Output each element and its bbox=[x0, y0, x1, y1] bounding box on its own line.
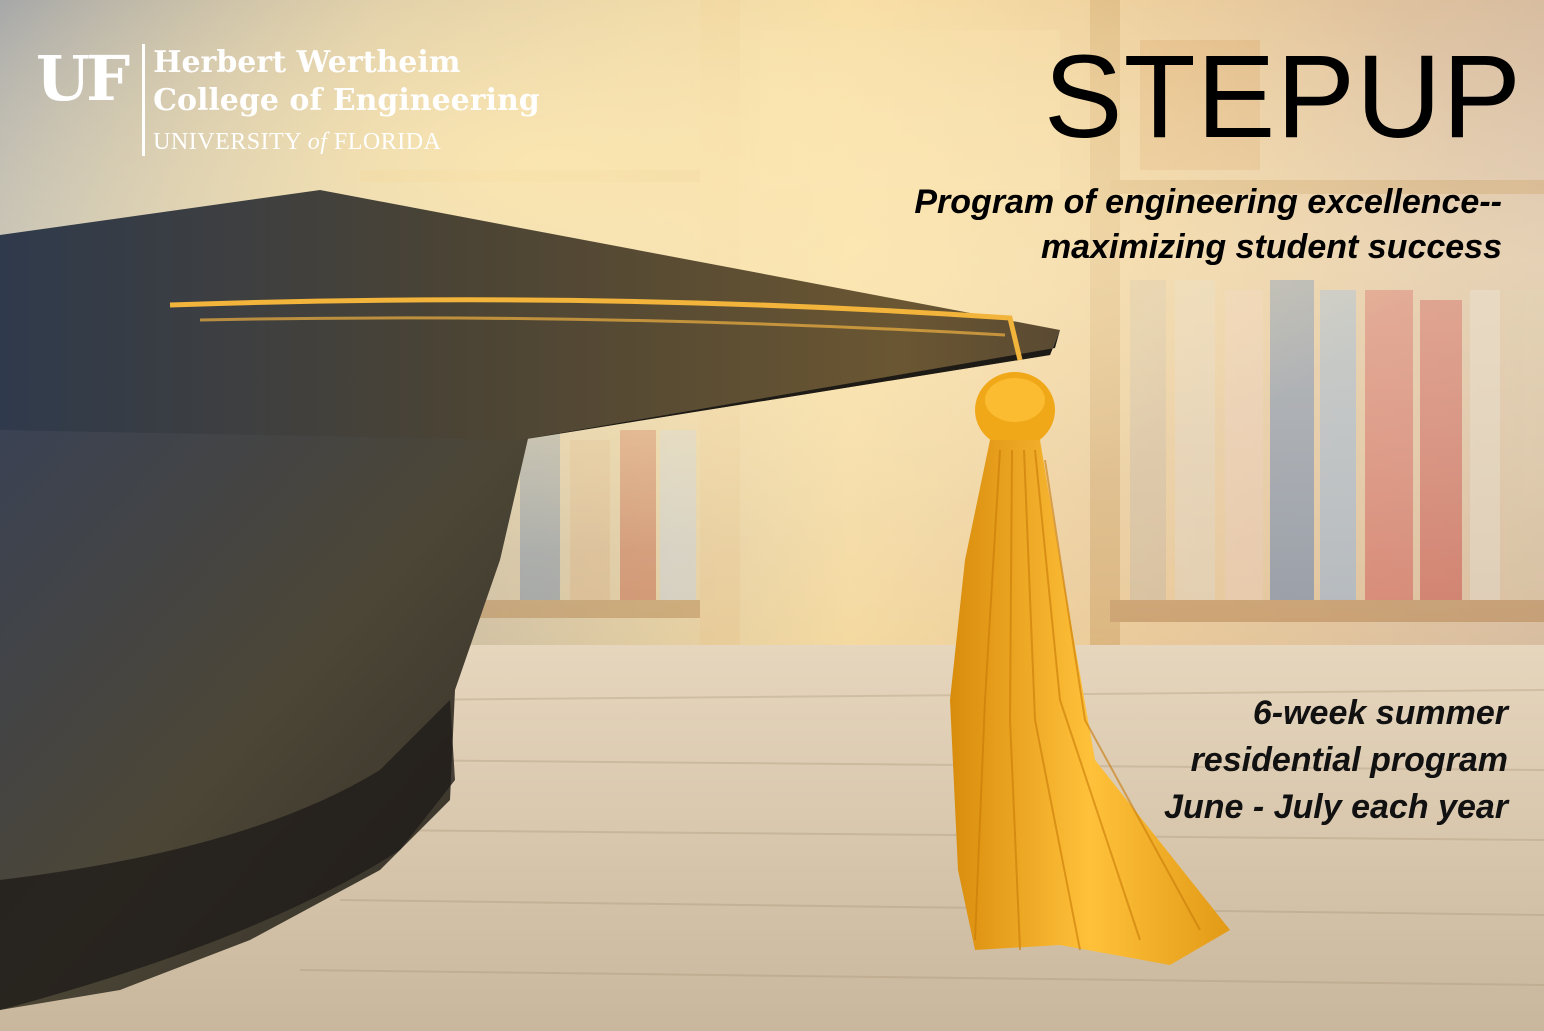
university-name: UNIVERSITY of FLORIDA bbox=[153, 126, 540, 158]
university-name-pre: UNIVERSITY bbox=[153, 129, 308, 155]
university-name-of: of bbox=[307, 129, 328, 155]
uf-logo: UF Herbert Wertheim College of Engineeri… bbox=[36, 44, 540, 156]
uf-logo-icon: UF bbox=[36, 42, 130, 115]
logo-divider bbox=[142, 44, 146, 156]
university-name-post: FLORIDA bbox=[327, 129, 442, 155]
details-line2: residential program bbox=[1190, 741, 1508, 779]
tagline-line1: Program of engineering excellence-- bbox=[914, 183, 1502, 221]
program-title: STEPUP bbox=[1043, 31, 1522, 163]
tagline: Program of engineering excellence-- maxi… bbox=[914, 180, 1502, 270]
college-name-line2: College of Engineering bbox=[153, 83, 540, 118]
tagline-line2: maximizing student success bbox=[1040, 228, 1502, 266]
logo-text: Herbert Wertheim College of Engineering … bbox=[153, 44, 540, 158]
details-line1: 6-week summer bbox=[1252, 694, 1508, 732]
college-name-line1: Herbert Wertheim bbox=[153, 45, 461, 80]
poster: UF Herbert Wertheim College of Engineeri… bbox=[0, 0, 1544, 1031]
details-line3: June - July each year bbox=[1164, 788, 1508, 826]
program-details: 6-week summer residential program June -… bbox=[1164, 690, 1508, 831]
